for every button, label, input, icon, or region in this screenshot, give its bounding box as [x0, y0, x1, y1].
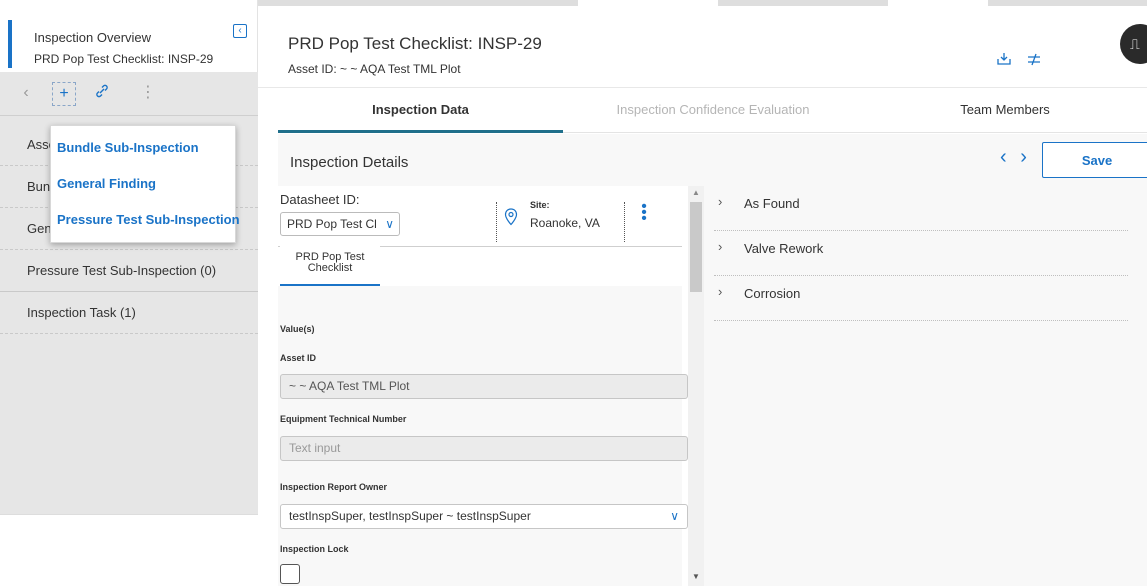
accordion-label: As Found — [744, 196, 800, 211]
link-icon[interactable] — [90, 82, 114, 106]
tab-inspection-confidence-evaluation[interactable]: Inspection Confidence Evaluation — [563, 92, 863, 134]
sidebar-item-pressure-test[interactable]: Pressure Test Sub-Inspection (0) — [0, 250, 258, 292]
save-button[interactable]: Save — [1042, 142, 1147, 178]
link-icon-svg — [96, 84, 108, 98]
scroll-up-icon[interactable]: ▲ — [692, 188, 700, 197]
download-icon[interactable] — [996, 52, 1012, 69]
equipment-technical-number-label: Equipment Technical Number — [280, 414, 407, 424]
add-menu-popup: Bundle Sub-Inspection General Finding Pr… — [50, 125, 240, 243]
active-tab-indicator — [278, 130, 563, 133]
page-title: PRD Pop Test Checklist: INSP-29 — [288, 34, 542, 53]
tab-inspection-data[interactable]: Inspection Data — [278, 92, 563, 134]
tab-bar: Inspection Data Inspection Confidence Ev… — [278, 92, 1147, 134]
subtab-prd-pop-test-checklist[interactable]: PRD Pop Test Checklist — [280, 246, 380, 286]
collapse-left-icon[interactable]: ‹ — [233, 24, 247, 38]
more-vertical-icon[interactable]: ⋮ — [136, 82, 160, 106]
chevron-right-icon: › — [718, 239, 723, 254]
scroll-down-icon[interactable]: ▼ — [692, 572, 700, 581]
panel-toggle-icon[interactable]: ⎍ — [1120, 24, 1147, 64]
sidebar-title: Inspection Overview — [34, 30, 152, 45]
inspection-report-owner-select[interactable]: testInspSuper, testInspSuper ~ testInspS… — [280, 504, 688, 529]
accordion-valve-rework[interactable]: › Valve Rework — [714, 231, 1128, 276]
chevron-right-icon: › — [718, 284, 723, 299]
datasheet-select[interactable]: PRD Pop Test Cl ∨ — [280, 212, 400, 236]
inspection-lock-label: Inspection Lock — [280, 544, 349, 554]
subtab-label-line2: Checklist — [307, 262, 353, 274]
inspection-lock-checkbox[interactable] — [280, 564, 300, 584]
section-title: Inspection Details — [290, 154, 409, 171]
location-pin-svg — [504, 208, 518, 226]
sidebar-item-label: Inspection Task (1) — [27, 305, 136, 320]
inspection-report-owner-label: Inspection Report Owner — [280, 482, 388, 492]
values-heading: Value(s) — [280, 324, 315, 334]
sidebar: Inspection Overview PRD Pop Test Checkli… — [0, 0, 258, 586]
chevron-down-icon: ∨ — [670, 509, 679, 523]
main-content: PRD Pop Test Checklist: INSP-29 Asset ID… — [258, 0, 1147, 586]
form-scrollbar[interactable]: ▲ ▼ — [688, 186, 704, 586]
edge-segment — [988, 0, 1147, 6]
datasheet-panel: Datasheet ID: PRD Pop Test Cl ∨ Site: Ro… — [278, 186, 688, 586]
more-vertical-icon[interactable]: • • • — [640, 199, 648, 227]
prev-next-icon[interactable]: ‹ › — [1000, 146, 1031, 169]
sidebar-item-label: Pressure Test Sub-Inspection (0) — [27, 263, 217, 278]
menu-item-pressure-test-sub-inspection[interactable]: Pressure Test Sub-Inspection — [57, 212, 240, 227]
edge-segment — [718, 0, 888, 6]
asset-id-field[interactable]: ~ ~ AQA Test TML Plot — [280, 374, 688, 399]
accordion-label: Valve Rework — [744, 241, 824, 256]
divider — [496, 202, 497, 242]
sidebar-header: Inspection Overview PRD Pop Test Checkli… — [0, 0, 258, 72]
asset-id-label: Asset ID — [280, 353, 317, 363]
inspection-details-section: Inspection Details ‹ › Save Datasheet ID… — [278, 134, 1147, 586]
tab-team-members[interactable]: Team Members — [863, 92, 1147, 134]
menu-item-bundle-sub-inspection[interactable]: Bundle Sub-Inspection — [57, 140, 199, 155]
add-icon[interactable]: + — [52, 82, 76, 106]
site-value: Roanoke, VA — [530, 216, 600, 230]
page-subtitle: Asset ID: ~ ~ AQA Test TML Plot — [288, 62, 461, 76]
datasheet-select-value: PRD Pop Test Cl — [287, 217, 377, 231]
compare-icon[interactable] — [1026, 52, 1042, 69]
menu-item-general-finding[interactable]: General Finding — [57, 176, 156, 191]
location-pin-icon — [504, 208, 518, 231]
accordion-label: Corrosion — [744, 286, 801, 301]
sidebar-subtitle: PRD Pop Test Checklist: INSP-29 — [34, 52, 214, 66]
sidebar-footer — [0, 514, 258, 586]
back-icon[interactable]: ‹ — [14, 82, 38, 106]
accordion-as-found[interactable]: › As Found — [714, 186, 1128, 231]
download-icon-svg — [997, 53, 1011, 65]
divider — [624, 202, 625, 242]
site-label: Site: — [530, 200, 550, 210]
sidebar-toolbar: ‹ + ⋮ — [0, 72, 258, 116]
header-divider — [258, 87, 1147, 88]
equipment-technical-number-field[interactable]: Text input — [280, 436, 688, 461]
inspection-report-owner-value: testInspSuper, testInspSuper ~ testInspS… — [289, 509, 531, 523]
sidebar-item-inspection-task[interactable]: Inspection Task (1) — [0, 292, 258, 334]
sidebar-accent-bar — [8, 20, 12, 68]
edge-segment — [258, 0, 578, 6]
top-edge — [258, 0, 1147, 8]
accordion-corrosion[interactable]: › Corrosion — [714, 276, 1128, 321]
compare-icon-svg — [1028, 53, 1040, 66]
chevron-down-icon: ∨ — [385, 217, 394, 231]
chevron-right-icon: › — [718, 194, 723, 209]
datasheet-label: Datasheet ID: — [280, 192, 360, 207]
scroll-thumb[interactable] — [690, 202, 702, 292]
